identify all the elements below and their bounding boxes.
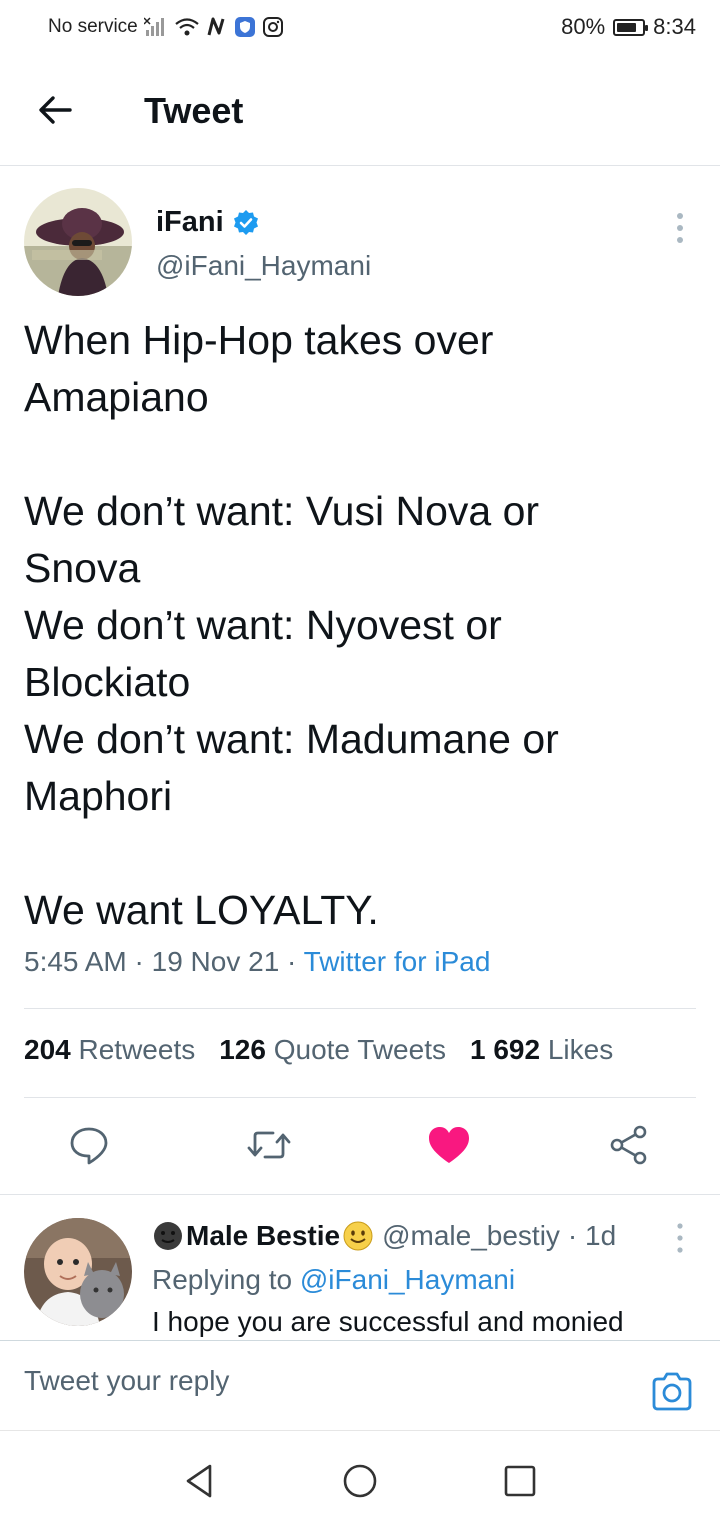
verified-badge-icon [233, 209, 258, 235]
meta-separator: · [287, 946, 297, 977]
replying-to: Replying to @iFani_Haymani [152, 1264, 515, 1296]
reply-text: I hope you are successful and monied [152, 1306, 624, 1337]
heart-icon [429, 1127, 469, 1163]
nav-home-icon[interactable] [340, 1461, 380, 1501]
avatar[interactable] [24, 188, 132, 296]
tweet-text: When Hip-Hop takes over Amapiano We don’… [24, 317, 559, 933]
reply-avatar[interactable] [24, 1218, 132, 1326]
nfc-icon [207, 17, 225, 36]
nav-back-icon[interactable] [180, 1461, 220, 1501]
battery-level [617, 22, 637, 32]
reply-tweet[interactable]: Male Bestie @male_bestiy · 1d Replying t… [0, 1196, 720, 1340]
divider [0, 1194, 720, 1195]
divider [24, 1097, 696, 1098]
quotes-label: Quote Tweets [273, 1034, 446, 1065]
status-left: No service [48, 16, 284, 38]
reply-age: · 1d [567, 1220, 617, 1251]
retweets-stat[interactable]: 204 Retweets [24, 1034, 195, 1066]
replying-mention-link[interactable]: @iFani_Haymani [300, 1264, 515, 1295]
tweet-date: 19 Nov 21 [151, 946, 280, 977]
retweets-label: Retweets [78, 1034, 196, 1065]
author-handle[interactable]: @iFani_Haymani [156, 250, 371, 282]
vpn-shield-icon [234, 17, 255, 37]
reply-header: Male Bestie @male_bestiy · 1d [152, 1220, 616, 1252]
tweet-source-link[interactable]: Twitter for iPad [304, 946, 491, 977]
divider [24, 1008, 696, 1009]
reply-button[interactable] [64, 1120, 114, 1170]
clock: 8:34 [653, 14, 696, 39]
quotes-count: 126 [219, 1034, 266, 1065]
share-icon [610, 1125, 647, 1165]
retweet-button[interactable] [244, 1120, 294, 1170]
page-title: Tweet [144, 90, 244, 131]
likes-count: 1 692 [469, 1034, 541, 1065]
likes-stat[interactable]: 1 692 Likes [470, 1034, 613, 1066]
reply-composer[interactable]: Tweet your reply [0, 1340, 720, 1430]
replying-prefix: Replying to [152, 1264, 293, 1295]
author-name[interactable]: iFani [156, 206, 260, 239]
arrow-left-icon[interactable] [36, 90, 76, 130]
carrier-label: No service [48, 16, 138, 37]
instagram-icon [262, 17, 283, 37]
share-button[interactable] [604, 1120, 654, 1170]
speech-bubble-icon [70, 1127, 108, 1165]
system-nav-bar [0, 1430, 720, 1520]
dark-face-emoji-icon [154, 1222, 182, 1250]
battery-icon [613, 18, 649, 36]
more-options-icon[interactable] [668, 208, 692, 248]
tweet-time: 5:45 AM [24, 946, 127, 977]
retweet-icon [247, 1131, 291, 1159]
meta-separator: · [134, 946, 144, 977]
battery-percent: 80% [561, 14, 606, 39]
tweet-author: iFani @iFani_Haymani [0, 188, 720, 298]
wifi-icon [175, 18, 199, 36]
smiley-emoji-icon [343, 1221, 373, 1251]
camera-icon[interactable] [650, 1369, 694, 1413]
nav-recents-icon[interactable] [500, 1461, 540, 1501]
app-header: Tweet [0, 56, 720, 166]
status-right: 80% 8:34 [561, 14, 696, 40]
quotes-stat[interactable]: 126 Quote Tweets [219, 1034, 446, 1066]
reply-more-options-icon[interactable] [670, 1220, 690, 1256]
tweet-stats: 204 Retweets 126 Quote Tweets 1 692 Like… [24, 1034, 613, 1066]
author-name-text: iFani [156, 206, 224, 238]
status-bar: No service 80% 8:34 [0, 0, 720, 56]
reply-author-handle[interactable]: @male_bestiy [382, 1220, 560, 1252]
reply-input[interactable]: Tweet your reply [24, 1365, 229, 1397]
retweets-count: 204 [24, 1034, 71, 1065]
reply-author-name[interactable]: Male Bestie [186, 1220, 340, 1252]
tweet-meta: 5:45 AM · 19 Nov 21 · Twitter for iPad [24, 946, 490, 978]
likes-label: Likes [547, 1034, 614, 1065]
signal-icon [143, 17, 164, 36]
like-button[interactable] [424, 1120, 474, 1170]
tweet-actions [0, 1110, 720, 1180]
